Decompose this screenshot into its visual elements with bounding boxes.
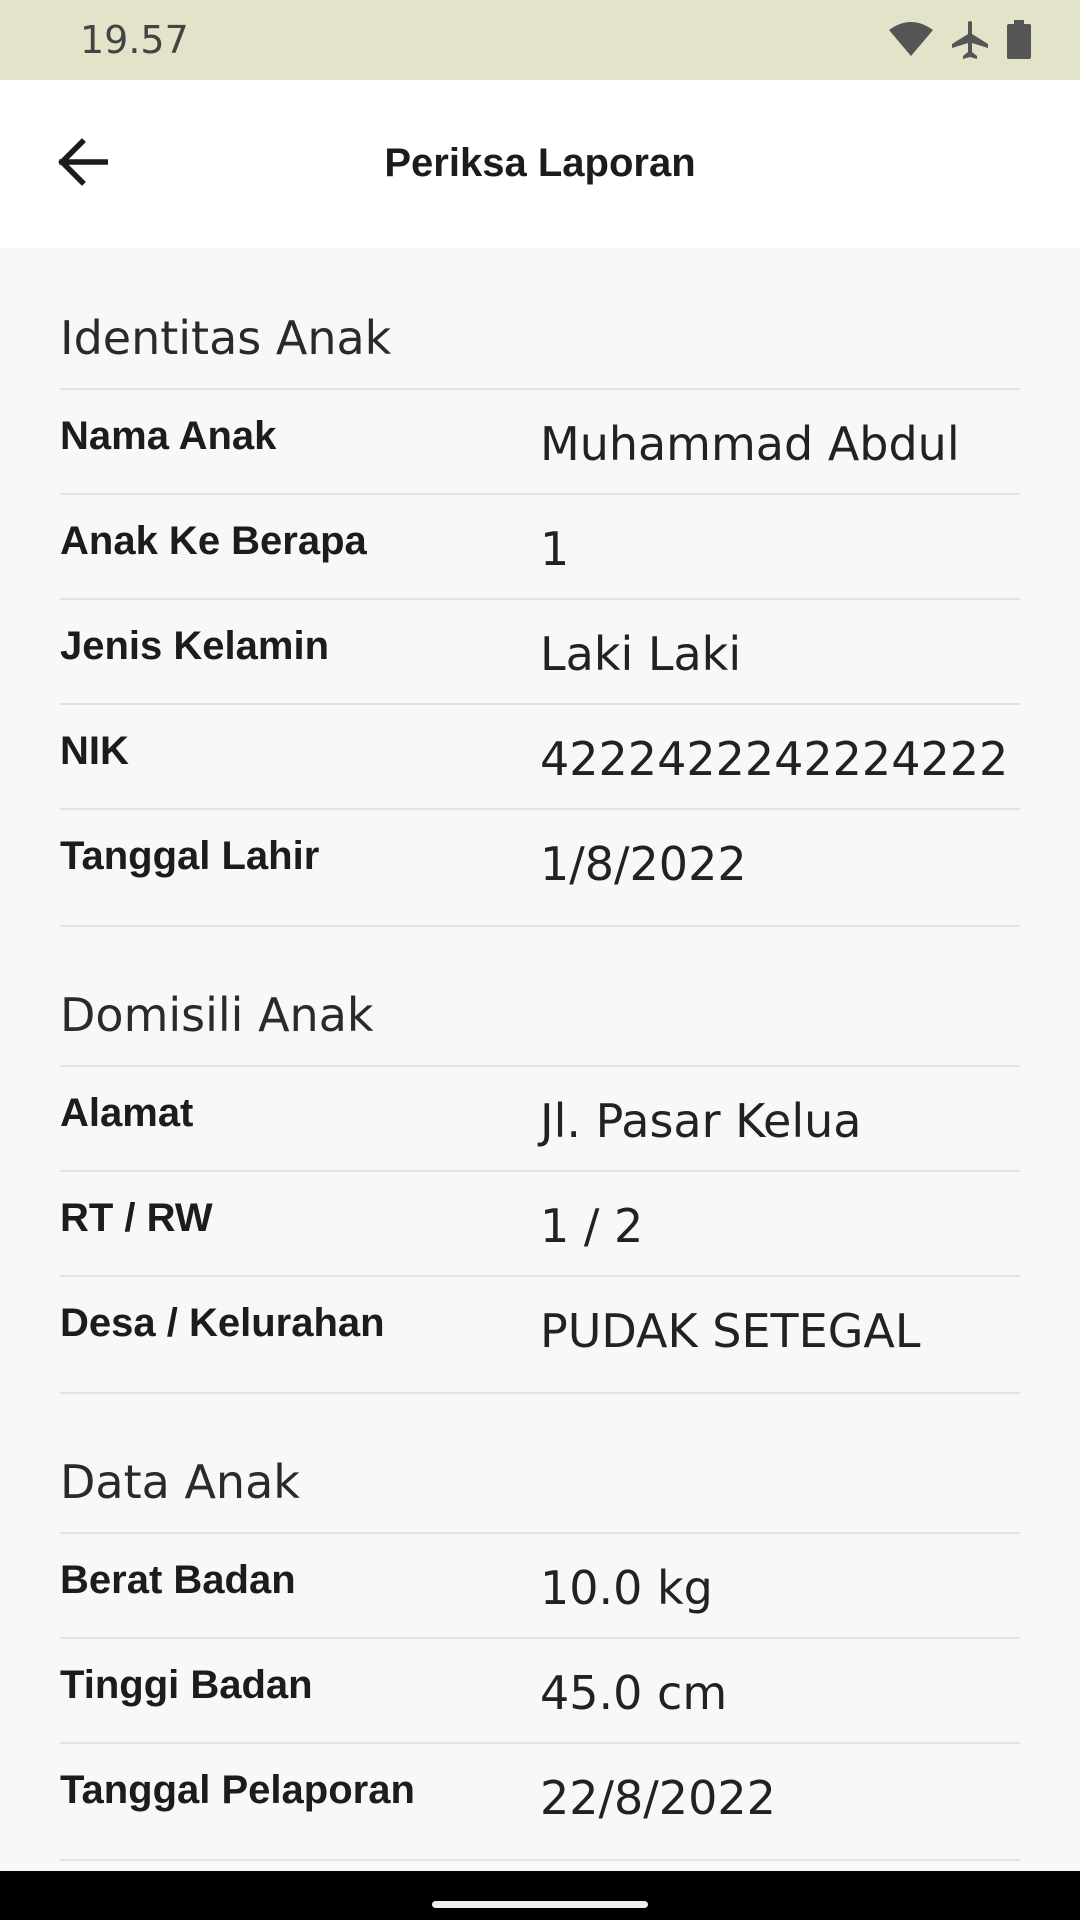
field-row-alamat: Alamat Jl. Pasar Kelua <box>60 1067 1020 1172</box>
home-indicator[interactable] <box>432 1901 648 1908</box>
status-icons <box>888 18 1032 62</box>
field-label: Jenis Kelamin <box>60 624 330 668</box>
field-value: Muhammad Abdul <box>540 417 960 471</box>
field-value: 4222422242224222 <box>540 732 1009 786</box>
wifi-icon <box>888 22 934 58</box>
field-row-tanggal-lahir: Tanggal Lahir 1/8/2022 <box>60 810 1020 927</box>
field-row-tinggi-badan: Tinggi Badan 45.0 cm <box>60 1639 1020 1744</box>
airplane-icon <box>950 20 990 60</box>
field-label: Tinggi Badan <box>60 1663 313 1707</box>
status-time: 19.57 <box>80 18 189 62</box>
field-label: RT / RW <box>60 1196 213 1240</box>
report-content: Identitas Anak Nama Anak Muhammad Abdul … <box>60 248 1020 1920</box>
status-bar: 19.57 <box>0 0 1080 80</box>
field-row-desa-kelurahan: Desa / Kelurahan PUDAK SETEGAL <box>60 1277 1020 1394</box>
app-bar: Periksa Laporan <box>0 80 1080 248</box>
field-row-jenis-kelamin: Jenis Kelamin Laki Laki <box>60 600 1020 705</box>
field-row-nik: NIK 4222422242224222 <box>60 705 1020 810</box>
field-label: Desa / Kelurahan <box>60 1301 385 1345</box>
page-title: Periksa Laporan <box>384 141 696 185</box>
field-label: Tanggal Pelaporan <box>60 1768 415 1812</box>
section-title-identitas-anak: Identitas Anak <box>60 248 1020 390</box>
field-value: 1/8/2022 <box>540 837 747 891</box>
field-label: Nama Anak <box>60 414 277 458</box>
navigation-bar <box>0 1871 1080 1920</box>
field-row-nama-anak: Nama Anak Muhammad Abdul <box>60 390 1020 495</box>
field-label: Berat Badan <box>60 1558 296 1602</box>
field-value: 1 / 2 <box>540 1199 644 1253</box>
field-label: Alamat <box>60 1091 194 1135</box>
field-value: 45.0 cm <box>540 1666 728 1720</box>
field-value: 22/8/2022 <box>540 1771 776 1825</box>
section-title-data-anak: Data Anak <box>60 1394 1020 1534</box>
battery-icon <box>1006 20 1032 60</box>
field-label: Tanggal Lahir <box>60 834 320 878</box>
field-row-tanggal-pelaporan: Tanggal Pelaporan 22/8/2022 <box>60 1744 1020 1861</box>
field-row-anak-ke-berapa: Anak Ke Berapa 1 <box>60 495 1020 600</box>
field-value: 10.0 kg <box>540 1561 713 1615</box>
field-value: PUDAK SETEGAL <box>540 1304 921 1358</box>
field-label: NIK <box>60 729 129 773</box>
field-value: Jl. Pasar Kelua <box>540 1094 862 1148</box>
field-row-rt-rw: RT / RW 1 / 2 <box>60 1172 1020 1277</box>
section-title-domisili-anak: Domisili Anak <box>60 927 1020 1067</box>
field-value: 1 <box>540 522 570 576</box>
field-label: Anak Ke Berapa <box>60 519 367 563</box>
field-value: Laki Laki <box>540 627 742 681</box>
field-row-berat-badan: Berat Badan 10.0 kg <box>60 1534 1020 1639</box>
screen: 19.57 Periksa Laporan Identitas Anak Nam… <box>0 0 1080 1920</box>
